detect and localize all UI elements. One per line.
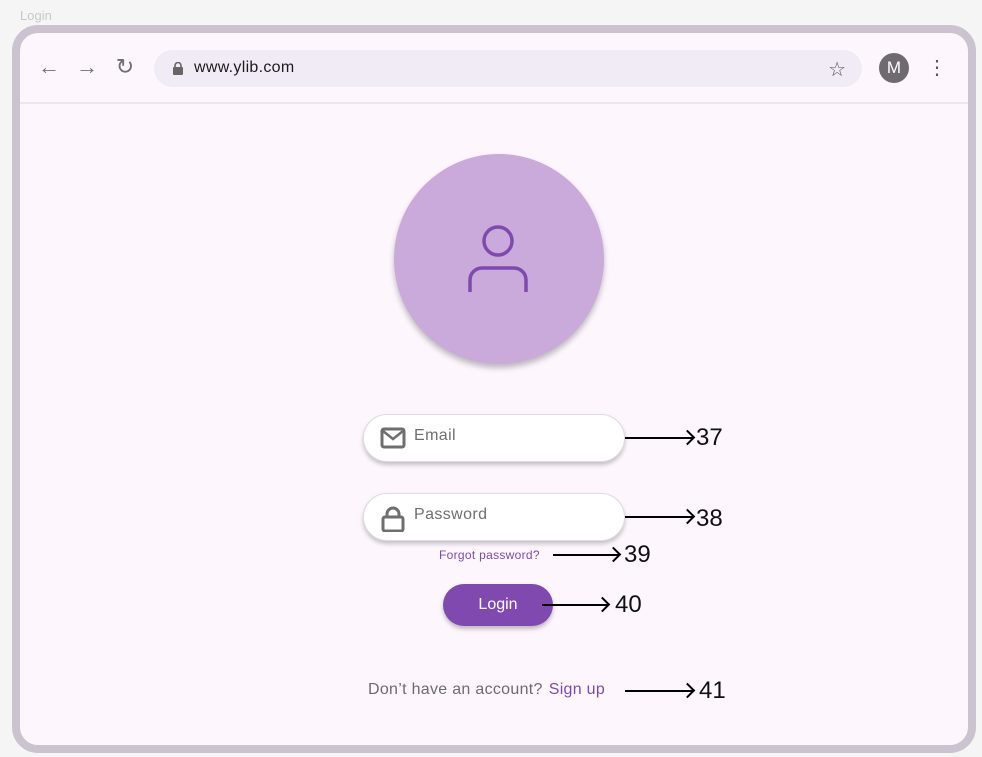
email-field[interactable] <box>363 414 625 462</box>
login-button[interactable]: Login <box>443 584 553 626</box>
back-arrow-icon[interactable]: ← <box>37 55 61 79</box>
annotation-label: 40 <box>615 591 642 618</box>
user-avatar <box>394 154 604 364</box>
address-bar[interactable]: www.ylib.com ☆ <box>154 50 862 87</box>
more-vert-icon[interactable]: ⋮ <box>925 51 949 85</box>
signup-prompt: Don’t have an account? Sign up <box>368 681 605 699</box>
email-input[interactable] <box>414 427 614 445</box>
annotation-arrow <box>625 690 693 692</box>
lock-icon <box>173 62 183 75</box>
annotation-label: 39 <box>624 541 651 568</box>
annotation-label: 38 <box>696 505 723 532</box>
annotation-arrow <box>625 516 693 518</box>
profile-avatar[interactable]: M <box>879 53 909 83</box>
mail-icon <box>380 427 406 449</box>
annotation-arrow <box>542 604 608 606</box>
star-icon[interactable]: ☆ <box>828 57 846 82</box>
annotation-label: 41 <box>699 677 726 704</box>
annotation-arrow <box>625 437 693 439</box>
no-account-text: Don’t have an account? <box>368 681 543 698</box>
annotation-label: 37 <box>696 424 723 451</box>
password-field[interactable] <box>363 493 625 541</box>
forward-arrow-icon[interactable]: → <box>75 55 99 79</box>
annotation-arrow <box>553 554 619 556</box>
window-title: Login <box>20 8 52 23</box>
person-icon <box>468 225 528 292</box>
browser-toolbar: ← → ↻ www.ylib.com ☆ M ⋮ <box>20 33 968 104</box>
lock-icon <box>381 506 405 532</box>
browser-window: ← → ↻ www.ylib.com ☆ M ⋮ Forgot password… <box>12 25 976 753</box>
forgot-password-link[interactable]: Forgot password? <box>439 548 540 562</box>
reload-icon[interactable]: ↻ <box>113 55 137 79</box>
signup-link[interactable]: Sign up <box>549 681 605 698</box>
password-input[interactable] <box>414 506 614 524</box>
url-text: www.ylib.com <box>194 59 295 76</box>
